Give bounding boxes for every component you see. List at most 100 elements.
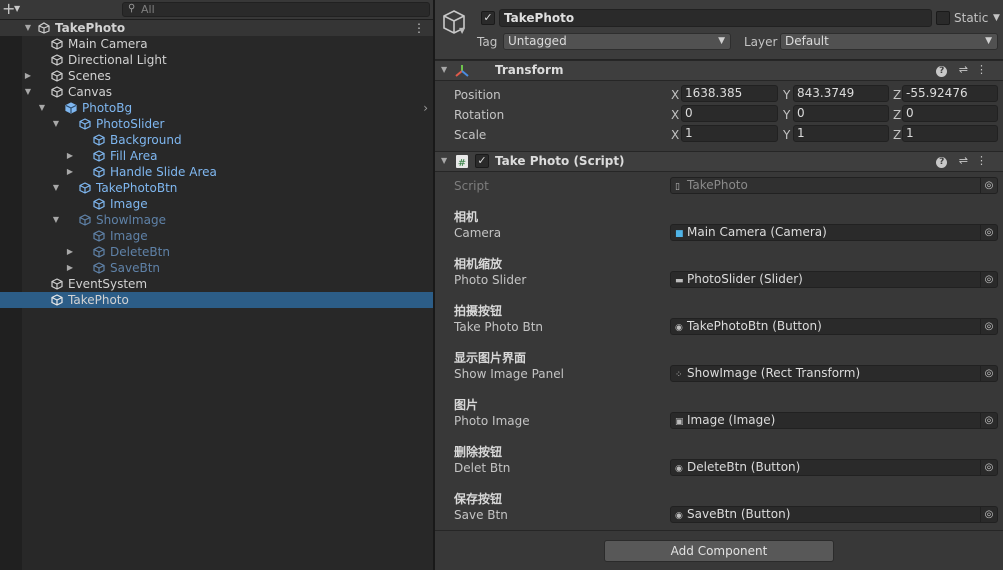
- gameobject-cube-icon: [93, 230, 105, 242]
- axis-x-label[interactable]: X: [671, 128, 679, 142]
- help-icon[interactable]: ?: [936, 66, 948, 77]
- axis-z-label[interactable]: Z: [893, 128, 901, 142]
- create-button[interactable]: + ▼: [2, 1, 22, 18]
- hierarchy-item[interactable]: ▶ DeleteBtn: [0, 244, 433, 260]
- fold-arrow-icon[interactable]: ▶: [65, 148, 75, 164]
- transform-header[interactable]: ▼ Transform ? ⇌⋮: [435, 60, 1003, 81]
- fold-arrow-icon[interactable]: ▶: [65, 244, 75, 260]
- component-enabled-checkbox[interactable]: ✓: [475, 154, 489, 168]
- hierarchy-item[interactable]: ▼ PhotoBg ›: [0, 100, 433, 116]
- hierarchy-item[interactable]: ▼ Canvas: [0, 84, 433, 100]
- fold-arrow-icon[interactable]: ▶: [23, 68, 33, 84]
- active-checkbox[interactable]: ✓: [481, 11, 495, 25]
- object-reference-field[interactable]: ◉ TakePhotoBtn (Button) ◎: [670, 318, 998, 335]
- add-component-button[interactable]: Add Component: [604, 540, 834, 562]
- layer-value: Default: [785, 34, 829, 48]
- preset-icon[interactable]: ⇌: [959, 63, 976, 76]
- search-icon: ⚲: [128, 3, 136, 14]
- axis-x-label[interactable]: X: [671, 108, 679, 122]
- button-icon: ◉: [675, 464, 683, 474]
- gameobject-cube-icon: [79, 182, 91, 194]
- object-picker-icon[interactable]: ◎: [980, 413, 997, 428]
- hierarchy-item[interactable]: Image: [0, 196, 433, 212]
- hierarchy-item[interactable]: ▶ Scenes: [0, 68, 433, 84]
- search-input[interactable]: [141, 3, 421, 16]
- object-picker-icon[interactable]: ◎: [980, 225, 997, 240]
- fold-arrow-icon[interactable]: ▼: [51, 212, 61, 228]
- layer-dropdown[interactable]: Default ▼: [780, 33, 998, 50]
- camera-icon: ■: [675, 229, 684, 239]
- axis-z-label[interactable]: Z: [893, 88, 901, 102]
- static-checkbox[interactable]: [936, 11, 950, 25]
- hierarchy-item[interactable]: Background: [0, 132, 433, 148]
- axis-x-label[interactable]: X: [671, 88, 679, 102]
- field-value: SaveBtn (Button): [687, 507, 791, 521]
- object-picker-icon: ◎: [980, 178, 997, 193]
- chevron-down-icon[interactable]: ▼: [459, 26, 465, 35]
- rotation-z-field[interactable]: 0: [902, 105, 998, 122]
- help-icon[interactable]: ?: [936, 157, 948, 168]
- object-reference-field[interactable]: ■ Main Camera (Camera) ◎: [670, 224, 998, 241]
- hierarchy-item[interactable]: Main Camera: [0, 36, 433, 52]
- object-picker-icon[interactable]: ◎: [980, 460, 997, 475]
- object-picker-icon[interactable]: ◎: [980, 366, 997, 381]
- object-picker-icon[interactable]: ◎: [980, 272, 997, 287]
- object-reference-field[interactable]: ▣ Image (Image) ◎: [670, 412, 998, 429]
- section-header: 图片: [454, 398, 479, 412]
- position-y-field[interactable]: 843.3749: [793, 85, 889, 102]
- axis-y-label[interactable]: Y: [783, 108, 790, 122]
- object-reference-field[interactable]: ▬ PhotoSlider (Slider) ◎: [670, 271, 998, 288]
- scene-row[interactable]: ▼ TakePhoto ⋮: [0, 20, 433, 36]
- more-icon[interactable]: ⋮: [413, 20, 425, 36]
- hierarchy-item[interactable]: ▼ ShowImage: [0, 212, 433, 228]
- object-picker-icon[interactable]: ◎: [980, 507, 997, 522]
- hierarchy-item[interactable]: ▶ Fill Area: [0, 148, 433, 164]
- object-name-field[interactable]: TakePhoto: [499, 9, 932, 27]
- fold-arrow-icon[interactable]: ▼: [441, 65, 447, 74]
- hierarchy-item[interactable]: ▼ TakePhotoBtn: [0, 180, 433, 196]
- fold-arrow-icon[interactable]: ▼: [23, 84, 33, 100]
- fold-arrow-icon[interactable]: ▶: [65, 260, 75, 276]
- scale-z-field[interactable]: 1: [902, 125, 998, 142]
- preset-icon[interactable]: ⇌: [959, 154, 976, 167]
- object-reference-field[interactable]: ◉ SaveBtn (Button) ◎: [670, 506, 998, 523]
- position-label: Position: [454, 88, 501, 102]
- search-box[interactable]: ⚲: [122, 2, 430, 17]
- tag-dropdown[interactable]: Untagged ▼: [503, 33, 731, 50]
- more-icon[interactable]: ⋮: [976, 63, 995, 76]
- object-picker-icon[interactable]: ◎: [980, 319, 997, 334]
- hierarchy-item[interactable]: ▼ PhotoSlider: [0, 116, 433, 132]
- object-reference-field[interactable]: ⁘ ShowImage (Rect Transform) ◎: [670, 365, 998, 382]
- hierarchy-item[interactable]: ▶ Handle Slide Area: [0, 164, 433, 180]
- scale-y-field[interactable]: 1: [793, 125, 889, 142]
- fold-arrow-icon[interactable]: ▼: [37, 100, 47, 116]
- chevron-down-icon[interactable]: ▼: [993, 13, 1000, 23]
- hierarchy-item[interactable]: EventSystem: [0, 276, 433, 292]
- hierarchy-item[interactable]: Directional Light: [0, 52, 433, 68]
- fold-arrow-icon[interactable]: ▼: [23, 20, 33, 36]
- position-x-field[interactable]: 1638.385: [681, 85, 778, 102]
- rotation-x-field[interactable]: 0: [681, 105, 778, 122]
- rotation-y-field[interactable]: 0: [793, 105, 889, 122]
- section-header: 删除按钮: [454, 445, 503, 459]
- axis-y-label[interactable]: Y: [783, 128, 790, 142]
- script-component-header[interactable]: ▼ # ✓ Take Photo (Script) ? ⇌⋮: [435, 151, 1003, 172]
- transform-icon: [455, 65, 469, 77]
- fold-arrow-icon[interactable]: ▼: [51, 116, 61, 132]
- fold-arrow-icon[interactable]: ▼: [441, 156, 447, 165]
- button-icon: ◉: [675, 511, 683, 521]
- hierarchy-item[interactable]: ▶ SaveBtn: [0, 260, 433, 276]
- script-value: TakePhoto: [687, 178, 748, 192]
- axis-y-label[interactable]: Y: [783, 88, 790, 102]
- position-z-field[interactable]: -55.92476: [902, 85, 998, 102]
- object-reference-field[interactable]: ◉ DeleteBtn (Button) ◎: [670, 459, 998, 476]
- hierarchy-item[interactable]: TakePhoto: [0, 292, 433, 308]
- scale-x-field[interactable]: 1: [681, 125, 778, 142]
- axis-z-label[interactable]: Z: [893, 108, 901, 122]
- fold-arrow-icon[interactable]: ▶: [65, 164, 75, 180]
- fold-arrow-icon[interactable]: ▼: [51, 180, 61, 196]
- scale-label: Scale: [454, 128, 487, 142]
- hierarchy-item[interactable]: Image: [0, 228, 433, 244]
- more-icon[interactable]: ⋮: [976, 154, 995, 167]
- prefab-open-arrow-icon[interactable]: ›: [423, 100, 428, 116]
